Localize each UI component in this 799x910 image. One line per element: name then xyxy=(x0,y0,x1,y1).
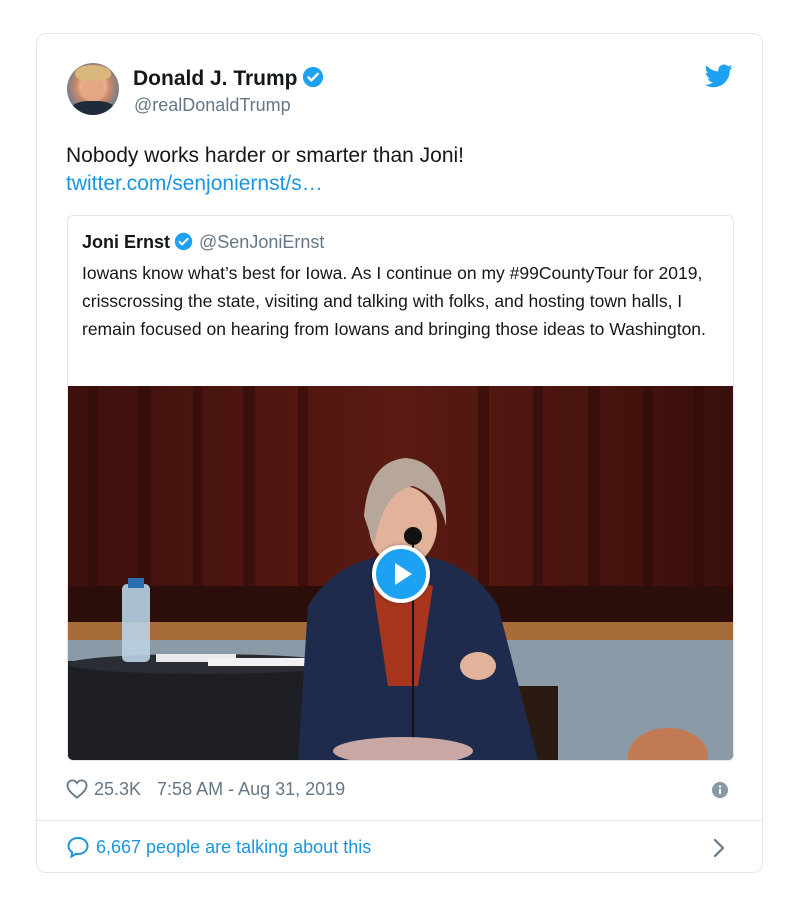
play-button[interactable] xyxy=(372,545,430,603)
chevron-right-icon[interactable] xyxy=(712,837,726,859)
verified-badge-icon xyxy=(302,66,323,88)
talking-count[interactable]: 6,667 people are talking about this xyxy=(96,837,371,858)
twitter-bird-icon[interactable] xyxy=(705,64,733,88)
avatar[interactable] xyxy=(67,63,119,115)
tweet-text: Nobody works harder or smarter than Joni… xyxy=(66,144,465,167)
author-name-row[interactable]: Donald J. Trump xyxy=(133,66,324,91)
quoted-author-row[interactable]: Joni Ernst @SenJoniErnst xyxy=(82,232,324,253)
quoted-author-handle[interactable]: @SenJoniErnst xyxy=(199,232,324,252)
like-count[interactable]: 25.3K xyxy=(94,779,141,800)
conversation-link[interactable]: 6,667 people are talking about this xyxy=(66,834,371,860)
quoted-tweet-text: Iowans know what’s best for Iowa. As I c… xyxy=(82,263,706,339)
author-handle[interactable]: @realDonaldTrump xyxy=(134,95,291,116)
embedded-tweet-card: Donald J. Trump @realDonaldTrump Nobody … xyxy=(36,33,763,873)
author-name[interactable]: Donald J. Trump xyxy=(133,67,298,90)
quoted-author-name[interactable]: Joni Ernst xyxy=(82,232,170,252)
video-thumbnail[interactable] xyxy=(68,386,733,760)
heart-outline-icon[interactable] xyxy=(66,779,88,799)
play-icon xyxy=(395,563,412,585)
info-icon[interactable] xyxy=(712,782,728,798)
verified-badge-icon xyxy=(174,232,193,251)
divider xyxy=(37,820,762,821)
quoted-tweet[interactable]: Joni Ernst @SenJoniErnst Iowans know what… xyxy=(67,215,734,761)
tweet-meta: 25.3K 7:58 AM - Aug 31, 2019 xyxy=(66,776,345,802)
speech-bubble-icon xyxy=(67,836,89,858)
tweet-link[interactable]: twitter.com/senjoniernst/s… xyxy=(66,172,323,196)
timestamp[interactable]: 7:58 AM - Aug 31, 2019 xyxy=(157,779,345,800)
